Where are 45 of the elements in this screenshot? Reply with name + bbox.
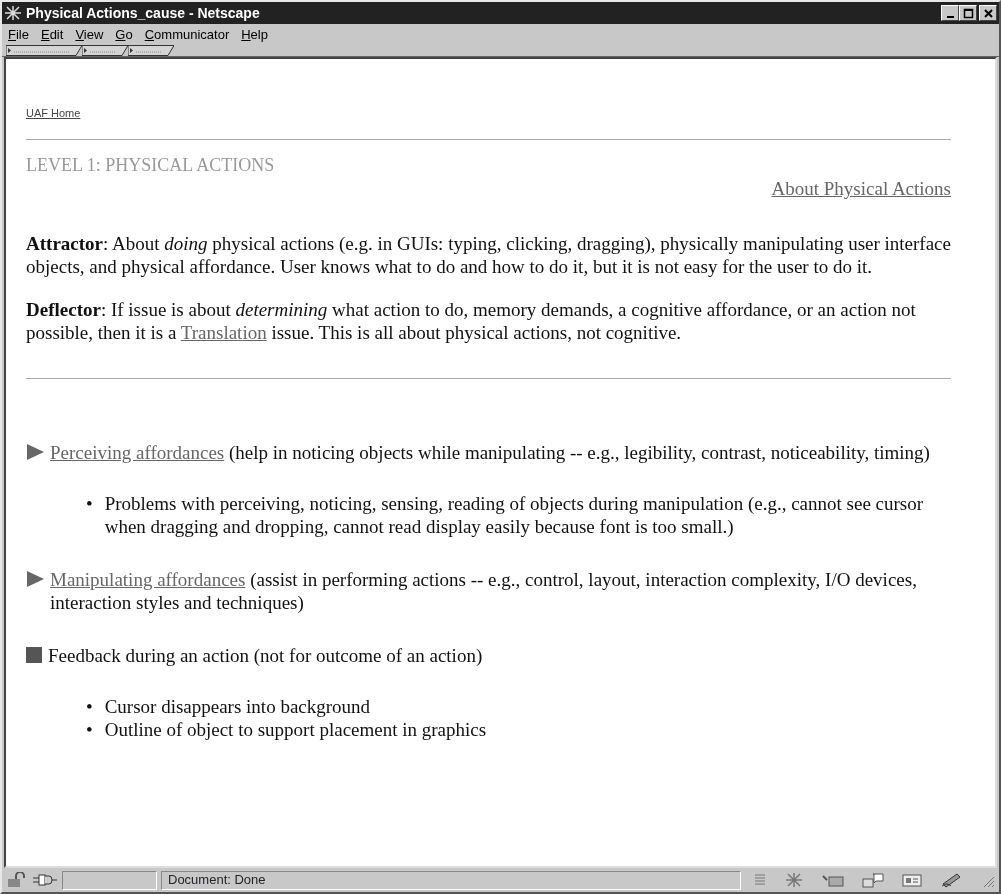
- minimize-button[interactable]: [941, 5, 959, 21]
- minimize-icon: [946, 16, 954, 18]
- triangle-bullet-icon: [26, 444, 44, 460]
- netscape-logo-icon[interactable]: [783, 872, 805, 888]
- lock-icon[interactable]: [6, 872, 28, 888]
- home-link[interactable]: UAF Home: [26, 107, 81, 119]
- paragraph: Deflector: If issue is about determining what action to do, memory demands, a cognitive affordance, or an action not possible, then it is a Translation issue. This is all about physical actions, not cognitive.: [26, 298, 917, 344]
- status-text: Document: Done: [161, 870, 741, 890]
- pen-icon[interactable]: [939, 872, 963, 888]
- menu-item[interactable]: File: [8, 24, 29, 45]
- bullet-marker: •: [86, 718, 93, 741]
- section-sentence: Perceiving affordances (help in noticing objects while manipulating -- e.g., legibility, contrast, noticeability, timing): [50, 441, 930, 464]
- section-link[interactable]: Manipulating affordances: [50, 569, 246, 590]
- paragraph: Attractor: About doing physical actions (e.g. in GUIs: typing, clicking, dragging), physically manipulating user interface objects, and physical affordance. User knows what to do and how to do it, but it is not easy for the user to do it.: [26, 232, 951, 278]
- bullet-item: Outline of object to support placement in graphics: [104, 718, 487, 741]
- netscape-logo-icon: [4, 5, 22, 21]
- bullet-item: Problems with perceiving, noticing, sensing, reading of objects during manipulation (e.g., cannot see cursor when dragging and dropping, cannot read display easily because font is too small.): [104, 492, 925, 538]
- translation-link[interactable]: Translation: [180, 322, 267, 343]
- toolbar-grip-icon[interactable]: [128, 45, 174, 56]
- bullet-item: Cursor disappears into background: [104, 695, 371, 718]
- square-bullet-icon: [26, 647, 42, 663]
- chat-icon[interactable]: [861, 872, 885, 888]
- about-link[interactable]: About Physical Actions: [771, 178, 951, 199]
- toolbar-grip-icon[interactable]: [6, 45, 82, 56]
- section-title: Feedback during an action (not for outcome of an action): [48, 644, 483, 667]
- maximize-icon: [961, 6, 975, 20]
- close-icon: [981, 6, 995, 20]
- address-card-icon[interactable]: [901, 872, 923, 888]
- section-link[interactable]: Perceiving affordances: [50, 442, 225, 463]
- menu-item[interactable]: Communicator: [144, 24, 230, 45]
- bullet-marker: •: [86, 695, 93, 718]
- toolbar-grip-icon[interactable]: [82, 45, 128, 56]
- triangle-bullet-icon: [26, 571, 44, 587]
- menu-item[interactable]: View: [75, 24, 104, 45]
- maximize-button[interactable]: [959, 5, 977, 21]
- close-button[interactable]: [979, 5, 997, 21]
- menu-item[interactable]: Go: [115, 24, 133, 45]
- mail-icon[interactable]: [821, 872, 845, 888]
- plug-icon[interactable]: [32, 873, 58, 887]
- window-title: Physical Actions_cause - Netscape: [26, 3, 261, 23]
- menu-item[interactable]: Edit: [40, 24, 64, 45]
- menu-item[interactable]: Help: [241, 24, 268, 45]
- page-heading: LEVEL 1: PHYSICAL ACTIONS: [26, 154, 276, 177]
- bullet-marker: •: [86, 492, 93, 516]
- section-sentence: Manipulating affordances (assist in performing actions -- e.g., control, layout, interaction complexity, I/O devices, interaction styles and techniques): [50, 568, 918, 614]
